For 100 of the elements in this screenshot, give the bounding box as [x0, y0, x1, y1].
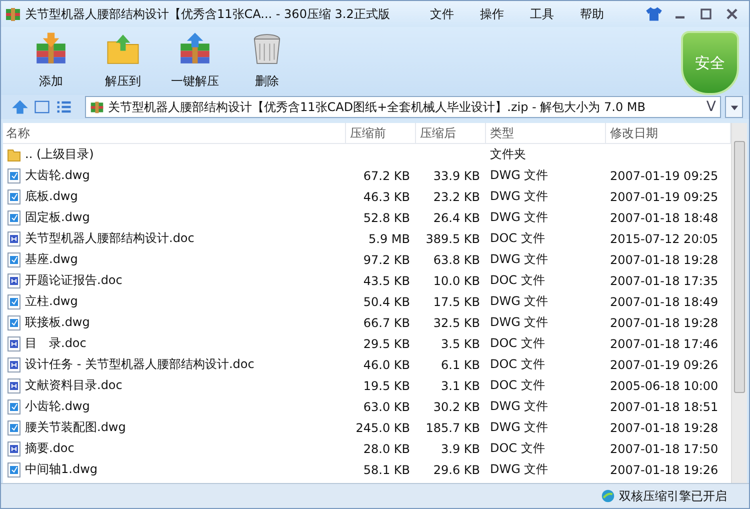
status-text: 双核压缩引擎已开启: [619, 488, 727, 504]
column-header[interactable]: 类型: [486, 123, 606, 143]
menu-item[interactable]: 帮助: [567, 6, 617, 22]
archive-icon: [5, 6, 21, 22]
original-size: 97.2 KB: [363, 252, 410, 266]
file-name[interactable]: 固定板.dwg: [25, 209, 90, 226]
modified-date: 2007-01-18 18:49: [610, 294, 718, 308]
swirl-icon: [601, 489, 615, 503]
compressed-size: 33.9 KB: [433, 168, 480, 182]
file-name[interactable]: 摘要.doc: [25, 440, 74, 457]
file-icon: [6, 420, 22, 436]
document-icon: [6, 440, 22, 456]
modified-date: 2007-01-19 09:25: [610, 168, 718, 182]
caret-icon: [730, 102, 738, 112]
file-icon: [6, 252, 22, 268]
file-icon: [6, 398, 22, 414]
original-size: 28.0 KB: [363, 442, 410, 456]
file-type: DOC 文件: [490, 231, 545, 245]
modified-date: 2007-01-18 19:26: [610, 462, 718, 476]
file-name[interactable]: 基座.dwg: [25, 251, 78, 268]
document-icon: [6, 230, 22, 246]
file-name[interactable]: 开题论证报告.doc: [25, 272, 122, 289]
file-type: DWG 文件: [490, 252, 548, 266]
archive-icon: [90, 100, 104, 114]
modified-date: 2007-01-18 17:50: [610, 442, 718, 456]
compressed-size: 32.5 KB: [433, 316, 480, 330]
file-icon: [6, 314, 22, 330]
compressed-size: 63.8 KB: [433, 252, 480, 266]
up-arrow-icon[interactable]: [11, 98, 29, 116]
compressed-size: 29.6 KB: [433, 462, 480, 476]
document-icon: [6, 272, 22, 288]
original-size: 52.8 KB: [363, 210, 410, 224]
file-name[interactable]: 文献资料目录.doc: [25, 377, 122, 394]
modified-date: 2007-01-19 09:25: [610, 190, 718, 204]
modified-date: 2007-01-18 18:51: [610, 400, 718, 414]
original-size: 58.1 KB: [363, 462, 410, 476]
file-name[interactable]: 设计任务 - 关节型机器人腰部结构设计.doc: [25, 356, 254, 373]
modified-date: 2007-01-19 09:26: [610, 358, 718, 372]
original-size: 63.0 KB: [363, 400, 410, 414]
column-header[interactable]: 压缩前: [346, 123, 416, 143]
original-size: 19.5 KB: [363, 378, 410, 392]
compressed-size: 10.0 KB: [433, 274, 480, 288]
file-name[interactable]: 联接板.dwg: [25, 314, 90, 331]
file-type: DWG 文件: [490, 168, 548, 182]
modified-date: 2015-07-12 20:05: [610, 232, 718, 246]
file-name[interactable]: 关节型机器人腰部结构设计.doc: [25, 230, 194, 247]
file-type: DWG 文件: [490, 294, 548, 308]
compressed-size: 30.2 KB: [433, 400, 480, 414]
file-name[interactable]: 小齿轮.dwg: [25, 398, 90, 415]
compressed-size: 3.9 KB: [441, 442, 480, 456]
file-type: DOC 文件: [490, 357, 545, 371]
file-type: DWG 文件: [490, 462, 548, 476]
menu-item[interactable]: 工具: [517, 6, 567, 22]
menu-item[interactable]: 文件: [417, 6, 467, 22]
file-type: 文件夹: [490, 147, 526, 161]
menu-item[interactable]: 操作: [467, 6, 517, 22]
file-name[interactable]: 立柱.dwg: [25, 293, 78, 310]
document-icon: [6, 356, 22, 372]
file-icon: [6, 168, 22, 184]
document-icon: [6, 336, 22, 352]
file-icon: [6, 294, 22, 310]
compressed-size: 3.5 KB: [441, 336, 480, 350]
original-size: 43.5 KB: [363, 274, 410, 288]
original-size: 245.0 KB: [356, 420, 410, 434]
file-name[interactable]: 大齿轮.dwg: [25, 167, 90, 184]
compressed-size: 3.1 KB: [441, 378, 480, 392]
column-header[interactable]: 压缩后: [416, 123, 486, 143]
compressed-size: 185.7 KB: [426, 420, 480, 434]
column-header[interactable]: 名称: [3, 123, 346, 143]
file-icon: [6, 210, 22, 226]
modified-date: 2007-01-18 17:35: [610, 274, 718, 288]
toolbar-button[interactable]: 删除: [233, 31, 301, 90]
file-name[interactable]: 目 录.doc: [25, 335, 86, 352]
original-size: 67.2 KB: [363, 168, 410, 182]
folder-icon: [6, 146, 22, 162]
file-name[interactable]: 腰关节装配图.dwg: [25, 419, 126, 436]
large-icons-view-icon[interactable]: [33, 98, 51, 116]
modified-date: 2007-01-18 18:48: [610, 210, 718, 224]
file-type: DOC 文件: [490, 336, 545, 350]
file-type: DWG 文件: [490, 420, 548, 434]
toolbar-button[interactable]: 解压到: [89, 31, 157, 90]
original-size: 29.5 KB: [363, 336, 410, 350]
file-name[interactable]: 中间轴1.dwg: [25, 461, 98, 478]
file-type: DWG 文件: [490, 315, 548, 329]
scrollbar[interactable]: [731, 123, 747, 483]
modified-date: 2007-01-18 17:46: [610, 336, 718, 350]
shirt-icon[interactable]: [645, 5, 663, 23]
modified-date: 2007-01-18 19:28: [610, 420, 718, 434]
toolbar-button[interactable]: 一键解压: [161, 31, 229, 90]
modified-date: 2007-01-18 19:28: [610, 252, 718, 266]
dropdown-button[interactable]: [725, 96, 743, 118]
file-type: DWG 文件: [490, 399, 548, 413]
toolbar-button[interactable]: 添加: [17, 31, 85, 90]
file-name[interactable]: 底板.dwg: [25, 188, 78, 205]
modified-date: 2007-01-18 19:28: [610, 316, 718, 330]
window-title: 关节型机器人腰部结构设计【优秀含11张CA... - 360压缩 3.2正式版: [25, 6, 391, 22]
document-icon: [6, 378, 22, 394]
compressed-size: 17.5 KB: [433, 294, 480, 308]
address-field[interactable]: 关节型机器人腰部结构设计【优秀含11张CAD图纸+全套机械人毕业设计】.zip - 解包大小为 7.0 MB V: [85, 96, 721, 118]
file-name[interactable]: .. (上级目录): [25, 146, 94, 163]
